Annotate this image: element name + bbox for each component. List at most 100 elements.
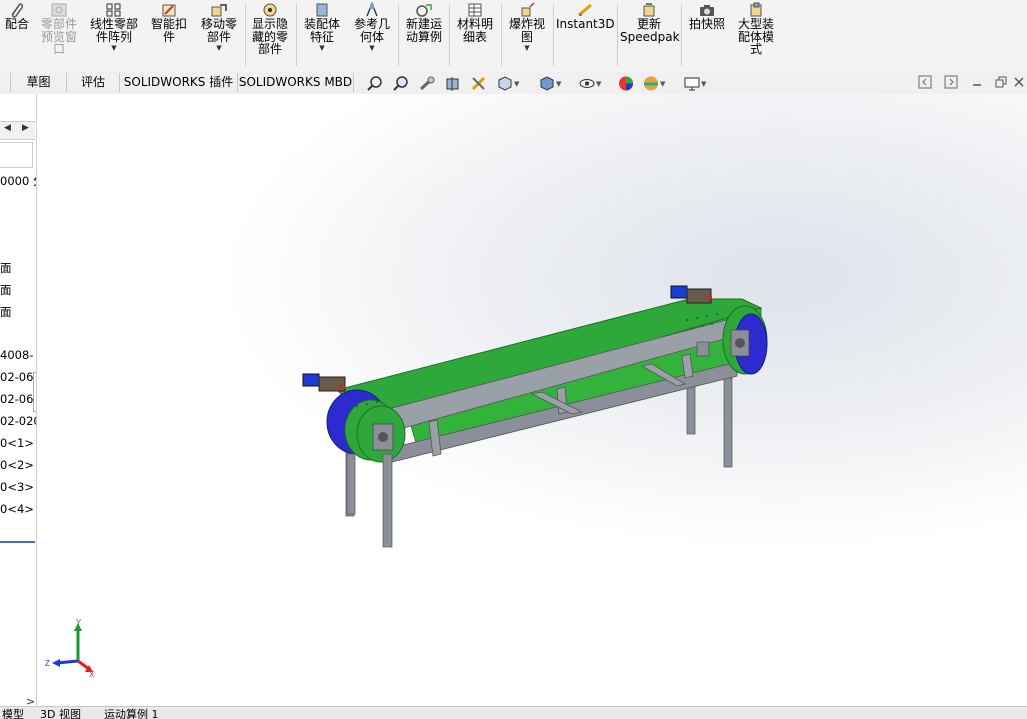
tree-selection-line xyxy=(0,541,35,543)
minimize-button[interactable] xyxy=(970,75,986,92)
dynamic-annotation-tool[interactable] xyxy=(470,75,490,92)
exploded-view-icon xyxy=(521,2,535,17)
ribbon-separator xyxy=(617,4,618,66)
section-view-tool[interactable] xyxy=(444,75,464,92)
large-assembly-icon xyxy=(750,2,762,17)
command-manager-ribbon: 配合 零部件 预览窗 口 线性零部 件阵列 ▼ 智能扣 件 移动零 部件 ▼ 显… xyxy=(0,0,1027,73)
tab-evaluate[interactable]: 评估 xyxy=(67,73,120,92)
ribbon-separator xyxy=(449,4,450,66)
ribbon-separator xyxy=(681,4,682,66)
scroll-right-icon[interactable]: ▶ xyxy=(22,123,29,133)
command-tabs-bar: 草图 评估 SOLIDWORKS 插件 SOLIDWORKS MBD ▼ ▼ ▼… xyxy=(0,72,1027,95)
motion-study-icon xyxy=(416,4,432,17)
display-style-tool[interactable]: ▼ xyxy=(538,75,568,92)
previous-view-tool[interactable] xyxy=(418,75,438,92)
close-button[interactable] xyxy=(1012,75,1026,92)
view-settings-icon xyxy=(684,77,700,91)
instant3d-button[interactable]: Instant3D xyxy=(556,0,615,72)
zoom-fit-icon xyxy=(367,76,382,91)
component-preview-button[interactable]: 零部件 预览窗 口 xyxy=(37,0,81,72)
chevron-down-icon: ▼ xyxy=(660,80,666,88)
tree-item[interactable]: 02-020 xyxy=(0,414,36,428)
reference-geometry-icon xyxy=(366,2,378,17)
expand-arrow-icon[interactable]: > xyxy=(26,695,35,706)
tree-item[interactable]: 4008- xyxy=(0,348,33,362)
tab-solidworks-addins[interactable]: SOLIDWORKS 插件 xyxy=(120,73,238,92)
x-axis-label: X xyxy=(89,670,95,679)
zoom-area-tool[interactable] xyxy=(392,75,412,92)
mate-button[interactable]: 配合 xyxy=(0,0,34,72)
view-settings-tool[interactable]: ▼ xyxy=(683,75,713,92)
panel-left-button[interactable] xyxy=(918,75,934,92)
assembly-feature-button[interactable]: 装配体 特征 ▼ xyxy=(299,0,345,72)
tree-item[interactable]: 0<3> xyxy=(0,480,34,494)
x-axis-icon xyxy=(77,659,90,671)
hide-show-icon xyxy=(579,79,595,88)
apply-scene-tool[interactable]: ▼ xyxy=(642,75,672,92)
graphics-viewport[interactable]: Y Z X xyxy=(37,94,1027,706)
smart-fastener-button[interactable]: 智能扣 件 xyxy=(146,0,192,72)
large-assembly-mode-button[interactable]: 大型装 配体模 式 xyxy=(733,0,779,72)
edit-appearance-icon xyxy=(619,76,633,91)
move-component-button[interactable]: 移动零 部件 ▼ xyxy=(196,0,242,72)
new-motion-study-button[interactable]: 新建运 动算例 xyxy=(401,0,447,72)
update-speedpak-button[interactable]: 更新 Speedpak xyxy=(620,0,680,72)
edit-appearance-tool[interactable] xyxy=(617,75,637,92)
chevron-down-icon: ▼ xyxy=(596,80,602,88)
view-orientation-tool[interactable]: ▼ xyxy=(496,75,526,92)
panel-right-button[interactable] xyxy=(944,75,960,92)
linear-pattern-button[interactable]: 线性零部 件阵列 ▼ xyxy=(86,0,142,72)
preview-window-icon xyxy=(51,3,67,17)
dynamic-annotation-icon xyxy=(471,76,486,91)
section-view-icon xyxy=(446,77,459,91)
tab-solidworks-mbd[interactable]: SOLIDWORKS MBD xyxy=(238,73,354,92)
chevron-down-icon: ▼ xyxy=(216,44,222,52)
zoom-fit-tool[interactable] xyxy=(366,75,386,92)
smart-fastener-icon xyxy=(162,4,176,17)
tree-item[interactable]: 面 xyxy=(0,260,12,276)
tree-item[interactable]: 02-060 xyxy=(0,370,36,384)
z-axis-label: Z xyxy=(45,659,50,668)
assembly-feature-icon xyxy=(316,3,328,17)
tree-filter-box[interactable] xyxy=(0,142,33,168)
show-hidden-components-button[interactable]: 显示隐 藏的零 部件 xyxy=(248,0,292,72)
restore-icon xyxy=(995,76,1007,88)
linear-pattern-icon xyxy=(106,3,121,17)
tree-item[interactable]: 02-060 xyxy=(0,392,36,406)
exploded-view-button[interactable]: 爆炸视 图 ▼ xyxy=(504,0,550,72)
restore-button[interactable] xyxy=(994,75,1010,92)
take-snapshot-button[interactable]: 拍快照 xyxy=(684,0,730,72)
tab-sketch[interactable]: 草图 xyxy=(11,73,67,92)
panel-right-icon xyxy=(944,75,958,89)
move-component-icon xyxy=(211,4,227,17)
hide-show-tool[interactable]: ▼ xyxy=(578,75,608,92)
tree-scroll-arrows: ◀ ▶ xyxy=(0,121,35,140)
tab-hidden-left[interactable] xyxy=(0,73,11,92)
close-icon xyxy=(1014,77,1024,87)
reference-geometry-button[interactable]: 参考几 何体 ▼ xyxy=(349,0,395,72)
bill-of-materials-button[interactable]: 材料明 细表 xyxy=(452,0,498,72)
display-style-icon xyxy=(540,76,554,91)
tree-item[interactable]: 0000 分 xyxy=(0,173,36,189)
instant3d-icon xyxy=(578,3,592,17)
scroll-left-icon[interactable]: ◀ xyxy=(4,123,11,133)
tree-item[interactable]: 0<2> xyxy=(0,458,34,472)
tree-item[interactable]: 面 xyxy=(0,304,12,320)
ribbon-separator xyxy=(553,4,554,66)
chevron-down-icon: ▼ xyxy=(369,44,375,52)
ribbon-separator xyxy=(398,4,399,66)
panel-left-icon xyxy=(918,75,932,89)
tree-item[interactable]: 0<1> xyxy=(0,436,34,450)
apply-scene-icon xyxy=(644,76,658,91)
tree-item[interactable]: 面 xyxy=(0,282,12,298)
paperclip-icon xyxy=(11,3,24,18)
z-axis-icon xyxy=(56,659,79,665)
feature-manager-tree: ◀ ▶ 0000 分 面 面 面 4008- 02-060 02-060 02-… xyxy=(0,94,37,706)
view-orientation-icon xyxy=(498,76,512,91)
conveyor-model xyxy=(302,285,768,548)
y-axis-label: Y xyxy=(76,619,82,627)
chevron-down-icon: ▼ xyxy=(524,44,530,52)
coordinate-triad: Y Z X xyxy=(45,619,95,679)
bottom-tabs-bar: 模型 3D 视图 运动算例 1 xyxy=(0,706,1027,719)
tree-item[interactable]: 0<4> xyxy=(0,502,34,516)
